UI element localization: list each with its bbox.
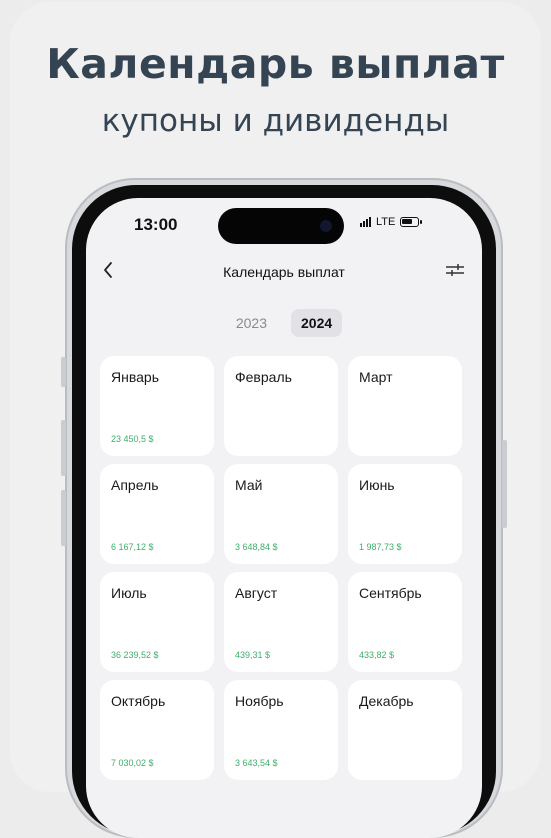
year-selector: 2023 2024 bbox=[86, 309, 482, 337]
month-amount: 3 648,84 $ bbox=[235, 542, 278, 552]
months-grid: Январь 23 450,5 $ Февраль Март Апрель 6 … bbox=[100, 356, 462, 780]
month-name: Октябрь bbox=[111, 693, 166, 709]
month-card-february[interactable]: Февраль bbox=[224, 356, 338, 456]
phone-side-button bbox=[61, 490, 66, 546]
phone-side-button bbox=[61, 420, 66, 476]
signal-icon bbox=[360, 217, 371, 227]
month-card-october[interactable]: Октябрь 7 030,02 $ bbox=[100, 680, 214, 780]
month-name: Апрель bbox=[111, 477, 159, 493]
month-name: Сентябрь bbox=[359, 585, 422, 601]
month-amount: 1 987,73 $ bbox=[359, 542, 402, 552]
status-time: 13:00 bbox=[134, 215, 178, 234]
month-card-june[interactable]: Июнь 1 987,73 $ bbox=[348, 464, 462, 564]
month-name: Март bbox=[359, 369, 393, 385]
month-amount: 439,31 $ bbox=[235, 650, 271, 660]
month-name: Июль bbox=[111, 585, 147, 601]
month-card-september[interactable]: Сентябрь 433,82 $ bbox=[348, 572, 462, 672]
phone-side-button bbox=[61, 357, 66, 387]
month-amount: 7 030,02 $ bbox=[111, 758, 154, 768]
month-card-july[interactable]: Июль 36 239,52 $ bbox=[100, 572, 214, 672]
status-indicators: LTE bbox=[360, 216, 423, 228]
month-name: Август bbox=[235, 585, 278, 601]
month-card-april[interactable]: Апрель 6 167,12 $ bbox=[100, 464, 214, 564]
month-amount: 6 167,12 $ bbox=[111, 542, 154, 552]
month-name: Июнь bbox=[359, 477, 395, 493]
filter-sliders-icon[interactable] bbox=[445, 262, 465, 283]
camera-icon bbox=[320, 220, 332, 232]
month-name: Май bbox=[235, 477, 263, 493]
month-amount: 3 643,54 $ bbox=[235, 758, 278, 768]
promo-subtitle: купоны и дивиденды bbox=[101, 103, 450, 139]
network-label: LTE bbox=[376, 216, 396, 228]
month-amount: 23 450,5 $ bbox=[111, 434, 154, 444]
year-tab-2024[interactable]: 2024 bbox=[291, 309, 343, 337]
month-card-december[interactable]: Декабрь bbox=[348, 680, 462, 780]
month-card-may[interactable]: Май 3 648,84 $ bbox=[224, 464, 338, 564]
month-name: Январь bbox=[111, 369, 159, 385]
battery-icon bbox=[400, 217, 423, 227]
promo-title: Календарь выплат bbox=[46, 40, 505, 88]
month-name: Декабрь bbox=[359, 693, 414, 709]
year-tab-2023[interactable]: 2023 bbox=[226, 309, 277, 337]
phone-screen: 13:00 LTE Календарь выплат 2023 2024 Янв… bbox=[86, 198, 482, 838]
month-card-january[interactable]: Январь 23 450,5 $ bbox=[100, 356, 214, 456]
dynamic-island bbox=[218, 208, 344, 244]
month-name: Ноябрь bbox=[235, 693, 284, 709]
month-amount: 36 239,52 $ bbox=[111, 650, 159, 660]
month-card-march[interactable]: Март bbox=[348, 356, 462, 456]
phone-power-button bbox=[502, 440, 507, 528]
nav-title: Календарь выплат bbox=[223, 264, 345, 280]
month-amount: 433,82 $ bbox=[359, 650, 395, 660]
month-card-august[interactable]: Август 439,31 $ bbox=[224, 572, 338, 672]
month-card-november[interactable]: Ноябрь 3 643,54 $ bbox=[224, 680, 338, 780]
month-name: Февраль bbox=[235, 369, 292, 385]
